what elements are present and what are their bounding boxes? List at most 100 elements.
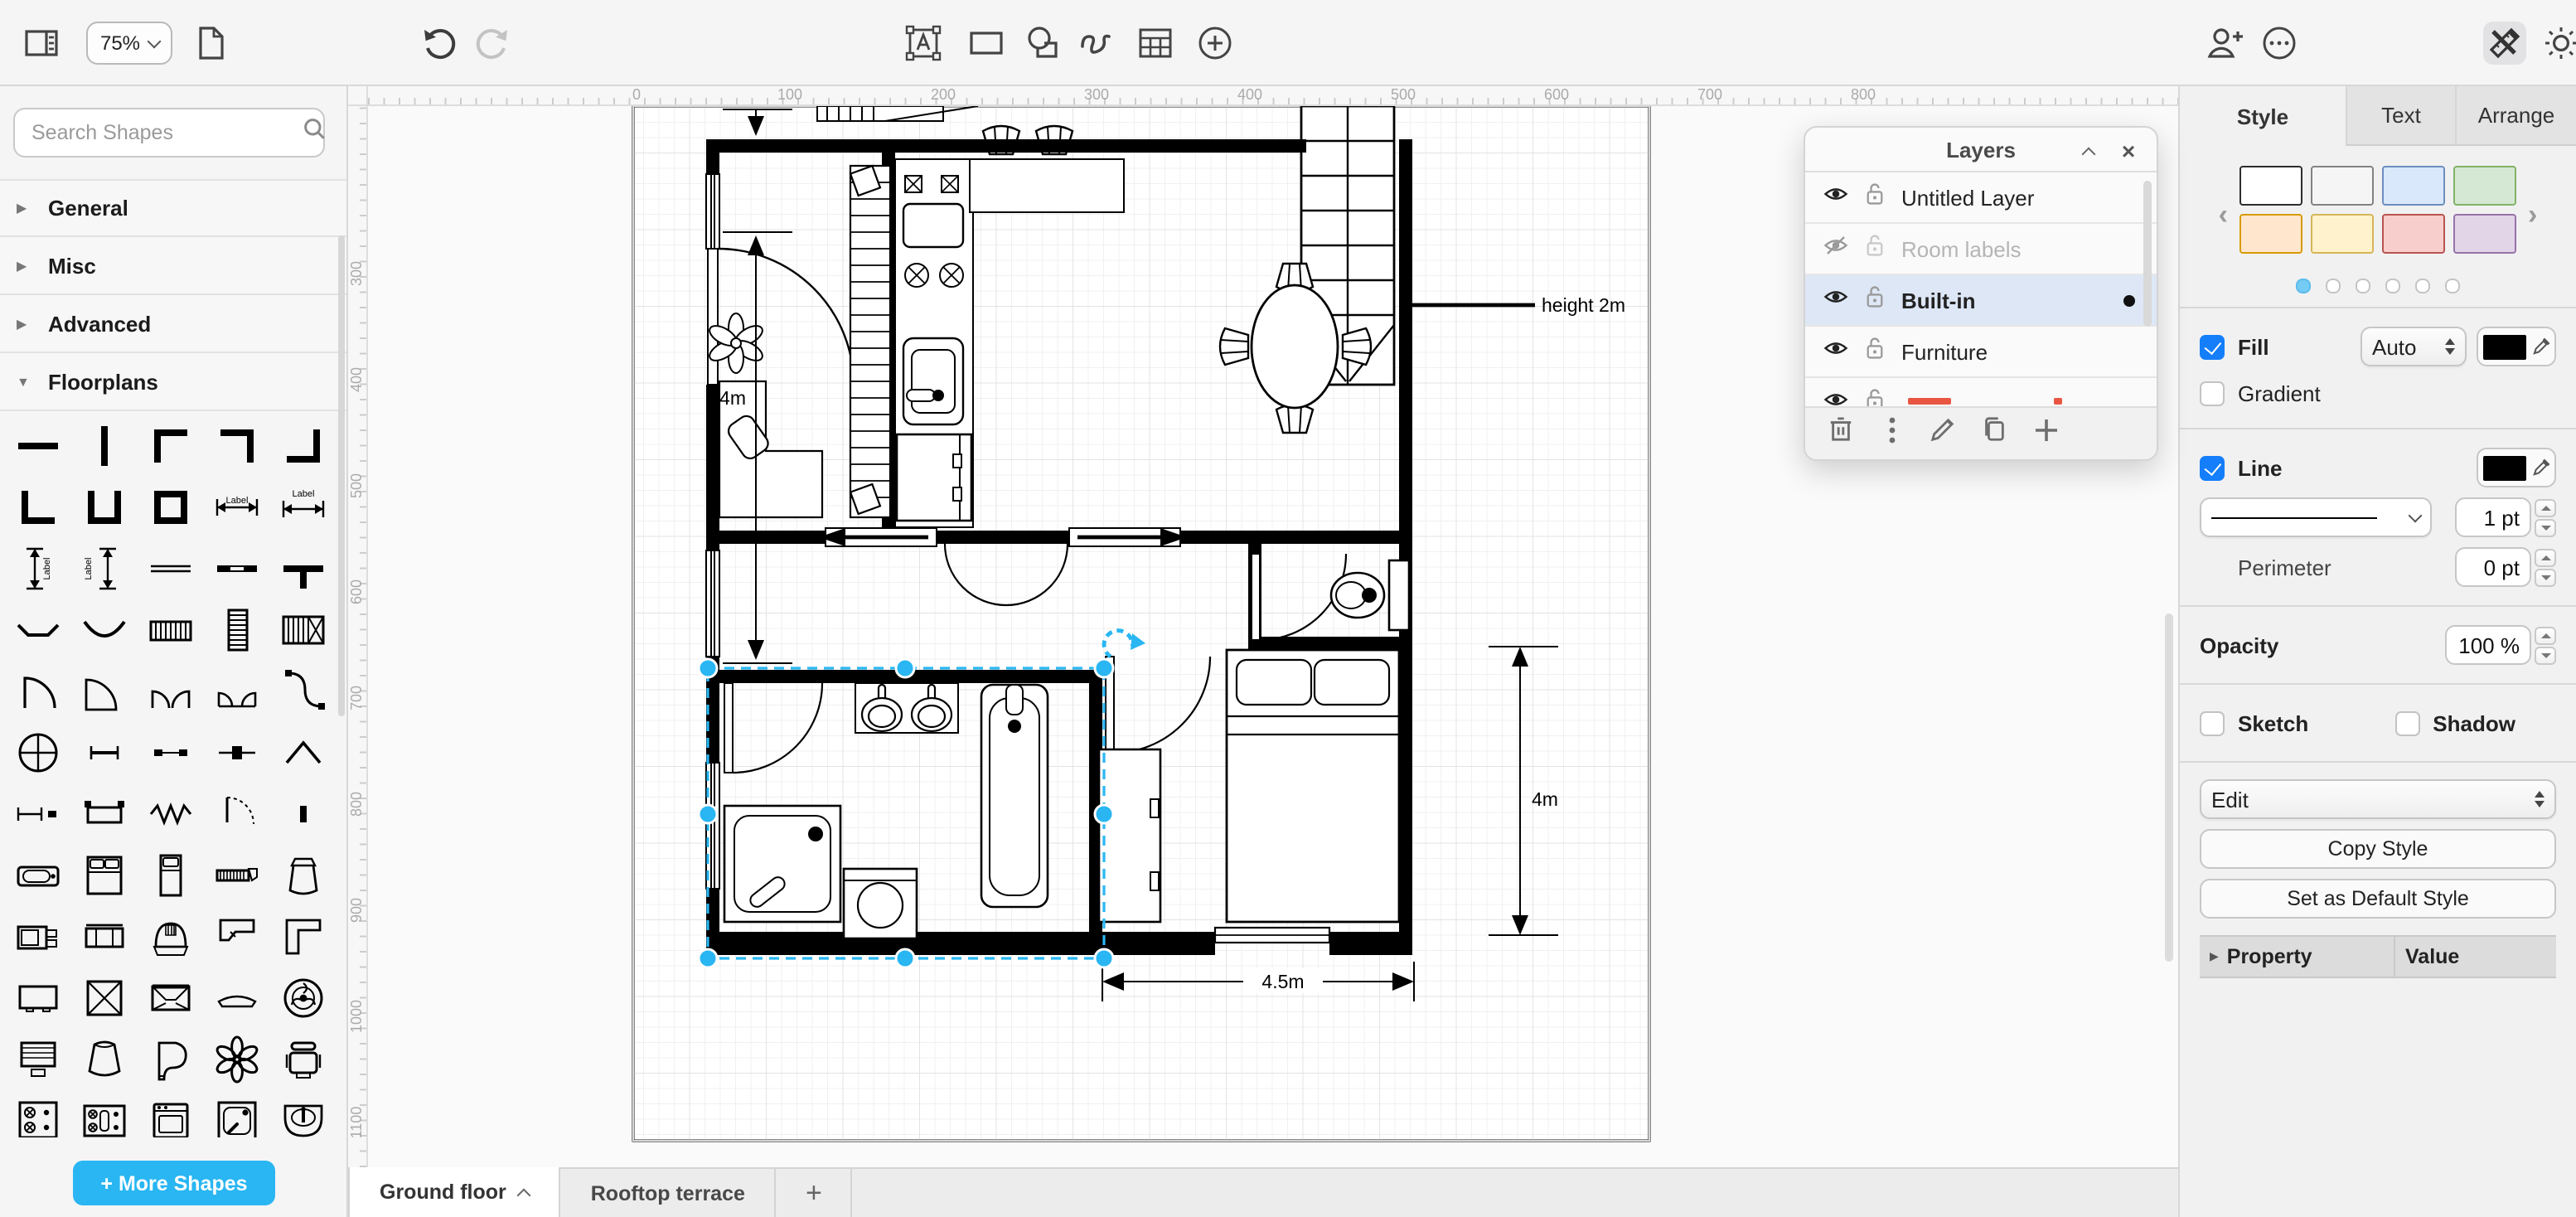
undo-button[interactable] xyxy=(418,22,461,65)
shape-bathtub[interactable] xyxy=(5,844,71,905)
gradient-checkbox[interactable] xyxy=(2200,381,2225,405)
shapes-tool-button[interactable] xyxy=(1021,22,1064,65)
shape-tape-measure[interactable] xyxy=(204,844,270,905)
delete-layer-button[interactable] xyxy=(1825,417,1855,448)
shape-bed-single[interactable] xyxy=(138,844,204,905)
shape-heater-zigzag[interactable] xyxy=(138,783,204,844)
pagination-dot[interactable] xyxy=(2326,279,2341,293)
redo-button[interactable] xyxy=(471,22,514,65)
style-preset-swatch[interactable] xyxy=(2382,214,2445,254)
shape-roof-gable[interactable] xyxy=(270,721,337,783)
shape-ceiling-fan[interactable] xyxy=(270,967,337,1028)
edit-layer-button[interactable] xyxy=(1928,418,1958,448)
eye-icon[interactable] xyxy=(1823,285,1848,315)
shape-laptop[interactable] xyxy=(5,1028,71,1089)
shape-wall-vertical[interactable] xyxy=(71,415,138,476)
shape-wash-basin[interactable] xyxy=(270,1089,337,1137)
shape-dimension-vertical[interactable]: Label xyxy=(5,537,71,599)
shape-wall-corner-nw[interactable] xyxy=(138,415,204,476)
line-style-select[interactable] xyxy=(2200,497,2432,537)
page-settings-button[interactable] xyxy=(189,22,232,65)
search-shapes-box[interactable] xyxy=(13,108,325,158)
shape-coffee-table[interactable] xyxy=(204,967,270,1028)
presets-prev-button[interactable]: ‹ xyxy=(2217,200,2230,228)
insert-button[interactable] xyxy=(1194,22,1237,65)
add-layer-button[interactable] xyxy=(2031,419,2060,448)
add-page-button[interactable]: + xyxy=(777,1169,853,1217)
style-preset-swatch[interactable] xyxy=(2311,214,2374,254)
shape-wall[interactable] xyxy=(5,415,71,476)
canvas-scrollbar[interactable] xyxy=(2165,613,2173,962)
close-button[interactable]: × xyxy=(2114,136,2143,166)
shape-window-sill[interactable] xyxy=(138,721,204,783)
fill-mode-select[interactable]: Auto xyxy=(2361,327,2467,366)
shape-counter-corner[interactable] xyxy=(204,905,270,967)
line-color-button[interactable] xyxy=(2477,448,2556,487)
search-input[interactable] xyxy=(28,119,302,146)
shape-door-bifold[interactable] xyxy=(270,660,337,721)
line-width-stepper[interactable] xyxy=(2535,498,2556,536)
shadow-checkbox[interactable] xyxy=(2394,710,2420,735)
shape-window-short[interactable] xyxy=(71,721,138,783)
sidebar-section-advanced[interactable]: ▶ Advanced xyxy=(0,295,346,353)
shape-shower-tray[interactable] xyxy=(204,1089,270,1137)
perimeter-input[interactable]: 0 pt xyxy=(2455,547,2531,587)
tab-ground-floor[interactable]: Ground floor xyxy=(348,1167,561,1217)
tab-text[interactable]: Text xyxy=(2346,86,2455,146)
collapse-button[interactable] xyxy=(2074,136,2104,166)
shape-door-double-2[interactable] xyxy=(204,660,270,721)
shape-wall-corner-se[interactable] xyxy=(270,415,337,476)
set-default-style-button[interactable]: Set as Default Style xyxy=(2200,879,2556,919)
sidebar-section-misc[interactable]: ▶ Misc xyxy=(0,237,346,295)
table-tool-button[interactable] xyxy=(1134,22,1177,65)
shape-bench[interactable] xyxy=(71,783,138,844)
shape-stairs-vertical[interactable] xyxy=(204,599,270,660)
layer-row-untitled-layer[interactable]: Untitled Layer xyxy=(1805,172,2157,224)
layer-row-furniture[interactable]: Furniture xyxy=(1805,327,2157,378)
sidebar-section-general[interactable]: ▶ General xyxy=(0,179,346,237)
lock-icon[interactable] xyxy=(1865,336,1885,367)
eye-icon[interactable] xyxy=(1823,337,1848,366)
shape-crossed-box[interactable] xyxy=(71,967,138,1028)
shape-window-mid[interactable] xyxy=(204,721,270,783)
shape-wall-u[interactable] xyxy=(71,476,138,537)
lock-icon[interactable] xyxy=(1865,233,1885,264)
layer-row-partial[interactable] xyxy=(1805,378,2157,410)
shape-office-chair[interactable] xyxy=(270,1028,337,1089)
layers-dialog-header[interactable]: Layers × xyxy=(1805,128,2157,172)
edit-style-select[interactable]: Edit xyxy=(2200,779,2556,819)
opacity-stepper[interactable] xyxy=(2535,626,2556,664)
line-checkbox[interactable] xyxy=(2200,455,2225,480)
pagination-dot[interactable] xyxy=(2445,279,2460,293)
layer-row-built-in[interactable]: Built-in xyxy=(1805,275,2157,327)
eye-icon[interactable] xyxy=(1823,182,1848,212)
shape-home-theater[interactable] xyxy=(138,967,204,1028)
shape-door[interactable] xyxy=(5,660,71,721)
layers-scrollbar[interactable] xyxy=(2143,181,2152,327)
shape-floor-lamp[interactable] xyxy=(270,844,337,905)
text-tool-button[interactable] xyxy=(902,22,945,65)
shape-gas-stove[interactable] xyxy=(5,1089,71,1137)
lock-icon[interactable] xyxy=(1865,182,1885,213)
eye-off-icon[interactable] xyxy=(1823,234,1848,264)
layer-menu-button[interactable] xyxy=(1876,416,1906,448)
shape-counter-corner-2[interactable] xyxy=(270,905,337,967)
sidebar-toggle-button[interactable] xyxy=(20,22,63,65)
style-preset-swatch[interactable] xyxy=(2453,166,2516,206)
more-options-button[interactable] xyxy=(2258,22,2301,65)
property-column-header[interactable]: ▶ Property xyxy=(2200,937,2395,977)
shape-grand-piano[interactable] xyxy=(138,1028,204,1089)
shape-wall-corner-ne[interactable] xyxy=(204,415,270,476)
sidebar-scrollbar[interactable] xyxy=(338,235,345,716)
more-shapes-button[interactable]: + More Shapes xyxy=(73,1161,275,1205)
rectangle-tool-button[interactable] xyxy=(965,22,1008,65)
design-tools-button[interactable] xyxy=(2483,22,2526,65)
shape-wall-opening[interactable] xyxy=(204,537,270,599)
tab-style[interactable]: Style xyxy=(2180,86,2346,146)
shape-door-double[interactable] xyxy=(138,660,204,721)
fill-color-button[interactable] xyxy=(2477,327,2556,366)
shape-curve-wall[interactable] xyxy=(5,599,71,660)
shape-range-hood[interactable] xyxy=(138,905,204,967)
lock-icon[interactable] xyxy=(1865,284,1885,316)
pagination-dot[interactable] xyxy=(2356,279,2370,293)
